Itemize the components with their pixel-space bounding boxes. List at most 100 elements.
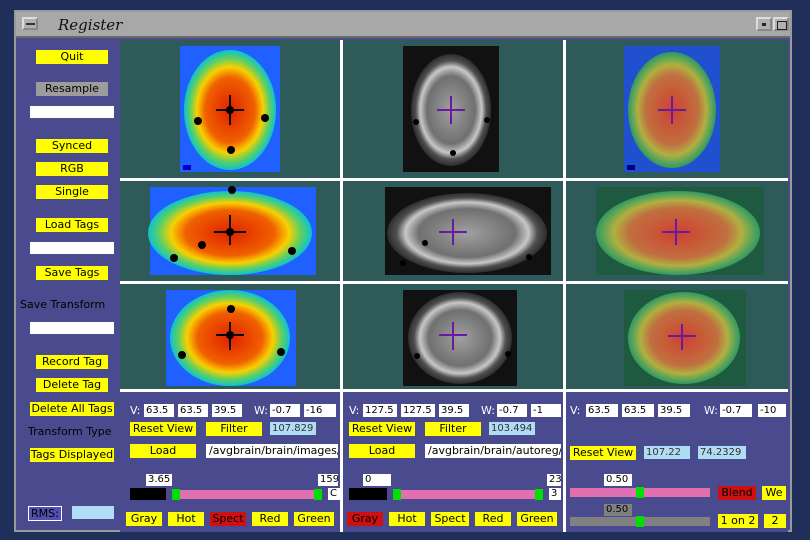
max-value-field[interactable]: 23 bbox=[547, 474, 561, 486]
delete-all-tags-button[interactable]: Delete All Tags bbox=[30, 402, 114, 416]
min-slider-handle[interactable] bbox=[393, 489, 401, 500]
max-value-field[interactable]: 159 bbox=[318, 474, 338, 486]
colormap-red-button[interactable]: Red bbox=[475, 512, 511, 526]
tags-displayed-button[interactable]: Tags Displayed bbox=[30, 448, 114, 462]
voxel-value-2: 74.2329 bbox=[698, 446, 746, 459]
view-merged-sagittal[interactable] bbox=[566, 181, 788, 281]
world-y-field[interactable]: -1 bbox=[531, 404, 561, 417]
range-slider[interactable] bbox=[172, 489, 322, 500]
maximize-icon[interactable] bbox=[773, 17, 789, 31]
world-x-field[interactable]: -0.7 bbox=[720, 404, 752, 417]
colormap-gray-button[interactable]: Gray bbox=[347, 512, 383, 526]
blend-value-2[interactable]: 0.50 bbox=[604, 504, 632, 516]
colormap-hot-button[interactable]: Hot bbox=[389, 512, 425, 526]
view-vol2-transverse[interactable] bbox=[343, 40, 563, 178]
save-transform-button[interactable]: Save Transform bbox=[20, 298, 105, 311]
merged-panel: V: 63.5 63.5 39.5 W: -0.7 -10 Reset View… bbox=[566, 392, 788, 532]
colormap-spect-button[interactable]: Spect bbox=[431, 512, 469, 526]
grid-divider bbox=[563, 40, 566, 392]
voxel-y-field[interactable]: 63.5 bbox=[622, 404, 654, 417]
world-y-field[interactable]: -10 bbox=[758, 404, 786, 417]
reset-view-button[interactable]: Reset View bbox=[349, 422, 415, 436]
v-label: V: bbox=[570, 404, 581, 417]
view-merged-coronal[interactable] bbox=[566, 284, 788, 392]
colormap-green-button[interactable]: Green bbox=[517, 512, 557, 526]
voxel-value: 107.829 bbox=[270, 422, 316, 435]
view-vol2-sagittal[interactable] bbox=[343, 181, 563, 281]
delete-tag-button[interactable]: Delete Tag bbox=[36, 378, 108, 392]
colormap-hot-button[interactable]: Hot bbox=[168, 512, 204, 526]
sidebar: Quit Resample Synced RGB Single Load Tag… bbox=[20, 40, 120, 530]
blend-slider-handle[interactable] bbox=[636, 516, 644, 527]
load-tags-field[interactable] bbox=[30, 242, 114, 254]
file-path-field[interactable]: /avgbrain/brain/autoreg/ bbox=[425, 444, 561, 458]
max-suffix-field[interactable]: C bbox=[328, 488, 340, 500]
synced-button[interactable]: Synced bbox=[36, 139, 108, 153]
blend-value-1[interactable]: 0.50 bbox=[604, 474, 632, 486]
record-tag-button[interactable]: Record Tag bbox=[36, 355, 108, 369]
filter-button[interactable]: Filter bbox=[206, 422, 262, 436]
max-slider-handle[interactable] bbox=[314, 489, 322, 500]
voxel-z-field[interactable]: 39.5 bbox=[658, 404, 690, 417]
view-vol1-sagittal[interactable] bbox=[120, 181, 340, 281]
grid-divider bbox=[340, 40, 343, 392]
voxel-y-field[interactable]: 63.5 bbox=[178, 404, 208, 417]
quit-button[interactable]: Quit bbox=[36, 50, 108, 64]
colorbar-min-swatch bbox=[130, 488, 166, 500]
world-y-field[interactable]: -16 bbox=[304, 404, 336, 417]
filter-button[interactable]: Filter bbox=[425, 422, 481, 436]
rgb-button[interactable]: RGB bbox=[36, 162, 108, 176]
w-label: W: bbox=[254, 404, 268, 417]
voxel-z-field[interactable]: 39.5 bbox=[439, 404, 469, 417]
min-value-field[interactable]: 0 bbox=[363, 474, 391, 486]
world-x-field[interactable]: -0.7 bbox=[270, 404, 300, 417]
resample-field[interactable] bbox=[30, 106, 114, 118]
max-slider-handle[interactable] bbox=[535, 489, 543, 500]
voxel-x-field[interactable]: 127.5 bbox=[363, 404, 397, 417]
voxel-x-field[interactable]: 63.5 bbox=[144, 404, 174, 417]
load-button[interactable]: Load bbox=[349, 444, 415, 458]
volume1-panel: V: 63.5 63.5 39.5 W: -0.7 -16 Reset View… bbox=[120, 392, 340, 532]
view-vol1-coronal[interactable] bbox=[120, 284, 340, 392]
view-merged-transverse[interactable] bbox=[566, 40, 788, 178]
voxel-value: 103.494 bbox=[489, 422, 535, 435]
view-vol2-coronal[interactable] bbox=[343, 284, 563, 392]
save-transform-field[interactable] bbox=[30, 322, 114, 334]
max-suffix-field[interactable]: 3 bbox=[549, 488, 561, 500]
reset-view-button[interactable]: Reset View bbox=[570, 446, 636, 460]
file-path-field[interactable]: /avgbrain/brain/images/n bbox=[206, 444, 338, 458]
save-tags-button[interactable]: Save Tags bbox=[36, 266, 108, 280]
blend-button[interactable]: Blend bbox=[718, 486, 756, 500]
colormap-red-button[interactable]: Red bbox=[252, 512, 288, 526]
voxel-y-field[interactable]: 127.5 bbox=[401, 404, 435, 417]
view-vol1-transverse[interactable] bbox=[120, 40, 340, 178]
voxel-value-1: 107.22 bbox=[644, 446, 690, 459]
voxel-x-field[interactable]: 63.5 bbox=[586, 404, 618, 417]
blend-slider-2[interactable] bbox=[570, 516, 710, 527]
load-button[interactable]: Load bbox=[130, 444, 196, 458]
one-on-two-button[interactable]: 1 on 2 bbox=[718, 514, 758, 528]
two-button[interactable]: 2 bbox=[764, 514, 786, 528]
transform-type-menu[interactable]: Transform Type bbox=[28, 425, 111, 438]
colormap-spect-button[interactable]: Spect bbox=[210, 512, 246, 526]
weight-button[interactable]: We bbox=[762, 486, 786, 500]
voxel-z-field[interactable]: 39.5 bbox=[212, 404, 242, 417]
colormap-gray-button[interactable]: Gray bbox=[126, 512, 162, 526]
colormap-green-button[interactable]: Green bbox=[294, 512, 334, 526]
resample-button[interactable]: Resample bbox=[36, 82, 108, 96]
single-button[interactable]: Single bbox=[36, 185, 108, 199]
world-x-field[interactable]: -0.7 bbox=[497, 404, 527, 417]
register-window: Register Quit Resample Synced RGB Single… bbox=[14, 10, 792, 532]
load-tags-button[interactable]: Load Tags bbox=[36, 218, 108, 232]
minimize-icon[interactable] bbox=[756, 17, 772, 31]
window-menu-icon[interactable] bbox=[22, 17, 38, 30]
min-slider-handle[interactable] bbox=[172, 489, 180, 500]
reset-view-button[interactable]: Reset View bbox=[130, 422, 196, 436]
range-slider[interactable] bbox=[393, 489, 543, 500]
min-value-field[interactable]: 3.65 bbox=[146, 474, 172, 486]
window-title: Register bbox=[58, 16, 123, 34]
rms-label: RMS: bbox=[28, 506, 62, 521]
blend-slider-handle[interactable] bbox=[636, 487, 644, 498]
w-label: W: bbox=[481, 404, 495, 417]
blend-slider-1[interactable] bbox=[570, 487, 710, 498]
